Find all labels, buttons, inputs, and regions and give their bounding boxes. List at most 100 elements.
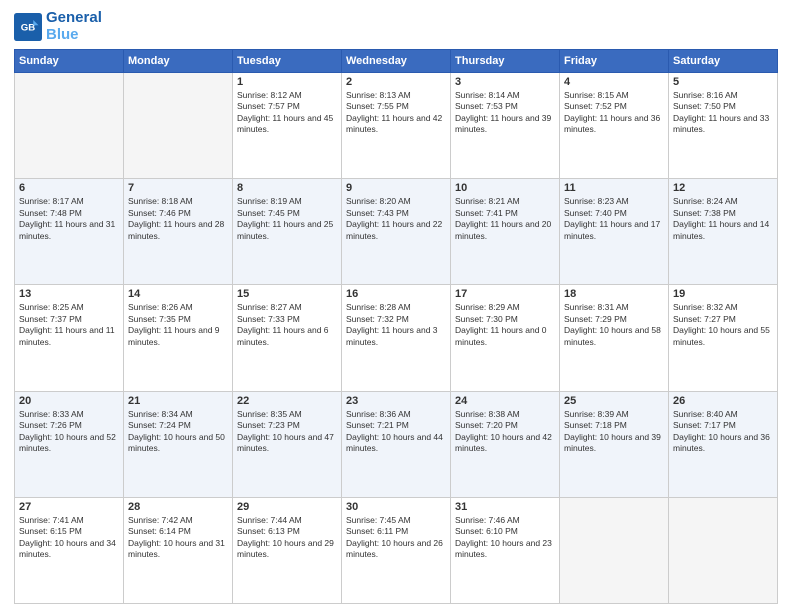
calendar-cell-4-2: 29Sunrise: 7:44 AM Sunset: 6:13 PM Dayli… — [233, 497, 342, 603]
calendar-cell-1-4: 10Sunrise: 8:21 AM Sunset: 7:41 PM Dayli… — [451, 179, 560, 285]
day-info: Sunrise: 8:21 AM Sunset: 7:41 PM Dayligh… — [455, 196, 555, 242]
day-number: 11 — [564, 182, 664, 194]
calendar-cell-4-5 — [560, 497, 669, 603]
calendar-cell-3-2: 22 Sunrise: 8:35 AM Sunset: 7:23 PM Dayli… — [233, 391, 342, 497]
calendar-cell-4-3: 30Sunrise: 7:45 AM Sunset: 6:11 PM Dayli… — [342, 497, 451, 603]
day-number: 31 — [455, 501, 555, 513]
day-info: Sunrise: 8:19 AM Sunset: 7:45 PM Dayligh… — [237, 196, 337, 242]
day-info: Sunrise: 8:16 AM Sunset: 7:50 PM Dayligh… — [673, 90, 773, 136]
day-info: Sunrise: 7:41 AM Sunset: 6:15 PM Dayligh… — [19, 515, 119, 561]
day-info: Sunrise: 8:20 AM Sunset: 7:43 PM Dayligh… — [346, 196, 446, 242]
day-number: 21 — [128, 395, 228, 407]
svg-text:GB: GB — [21, 22, 35, 33]
calendar-cell-3-5: 25Sunrise: 8:39 AM Sunset: 7:18 PM Dayli… — [560, 391, 669, 497]
calendar-cell-2-5: 18 Sunrise: 8:31 AM Sunset: 7:29 PM Dayli… — [560, 285, 669, 391]
calendar-cell-0-4: 3Sunrise: 8:14 AM Sunset: 7:53 PM Daylig… — [451, 73, 560, 179]
day-number: 27 — [19, 501, 119, 513]
day-info: Sunrise: 8:27 AM Sunset: 7:33 PM Dayligh… — [237, 302, 337, 348]
day-number: 23 — [346, 395, 446, 407]
calendar-cell-1-0: 6 Sunrise: 8:17 AM Sunset: 7:48 PM Daylig… — [15, 179, 124, 285]
day-number: 26 — [673, 395, 773, 407]
day-info: Sunrise: 7:46 AM Sunset: 6:10 PM Dayligh… — [455, 515, 555, 561]
day-info: Sunrise: 8:24 AM Sunset: 7:38 PM Dayligh… — [673, 196, 773, 242]
calendar-row-4: 27 Sunrise: 7:41 AM Sunset: 6:15 PM Dayli… — [15, 497, 778, 603]
day-number: 1 — [237, 76, 337, 88]
calendar-cell-2-2: 15 Sunrise: 8:27 AM Sunset: 7:33 PM Dayli… — [233, 285, 342, 391]
day-number: 13 — [19, 288, 119, 300]
calendar-cell-1-2: 8 Sunrise: 8:19 AM Sunset: 7:45 PM Daylig… — [233, 179, 342, 285]
weekday-header-row: SundayMondayTuesdayWednesdayThursdayFrid… — [15, 50, 778, 73]
day-info: Sunrise: 8:28 AM Sunset: 7:32 PM Dayligh… — [346, 302, 446, 348]
calendar-cell-2-1: 14Sunrise: 8:26 AM Sunset: 7:35 PM Dayli… — [124, 285, 233, 391]
calendar-cell-0-1 — [124, 73, 233, 179]
day-info: Sunrise: 8:32 AM Sunset: 7:27 PM Dayligh… — [673, 302, 773, 348]
calendar-cell-0-0 — [15, 73, 124, 179]
day-info: Sunrise: 8:23 AM Sunset: 7:40 PM Dayligh… — [564, 196, 664, 242]
calendar-cell-4-4: 31 Sunrise: 7:46 AM Sunset: 6:10 PM Dayli… — [451, 497, 560, 603]
calendar-cell-1-5: 11 Sunrise: 8:23 AM Sunset: 7:40 PM Dayli… — [560, 179, 669, 285]
calendar-cell-3-6: 26Sunrise: 8:40 AM Sunset: 7:17 PM Dayli… — [669, 391, 778, 497]
day-number: 28 — [128, 501, 228, 513]
calendar-cell-4-1: 28 Sunrise: 7:42 AM Sunset: 6:14 PM Dayli… — [124, 497, 233, 603]
day-number: 24 — [455, 395, 555, 407]
calendar-row-2: 13 Sunrise: 8:25 AM Sunset: 7:37 PM Dayli… — [15, 285, 778, 391]
calendar-cell-1-6: 12 Sunrise: 8:24 AM Sunset: 7:38 PM Dayli… — [669, 179, 778, 285]
day-info: Sunrise: 7:42 AM Sunset: 6:14 PM Dayligh… — [128, 515, 228, 561]
day-number: 18 — [564, 288, 664, 300]
calendar-cell-2-0: 13 Sunrise: 8:25 AM Sunset: 7:37 PM Dayli… — [15, 285, 124, 391]
weekday-tuesday: Tuesday — [233, 50, 342, 73]
day-info: Sunrise: 8:34 AM Sunset: 7:24 PM Dayligh… — [128, 409, 228, 455]
logo-icon: GB — [14, 13, 42, 41]
calendar-cell-4-6 — [669, 497, 778, 603]
day-info: Sunrise: 8:26 AM Sunset: 7:35 PM Dayligh… — [128, 302, 228, 348]
day-info: Sunrise: 8:35 AM Sunset: 7:23 PM Dayligh… — [237, 409, 337, 455]
day-info: Sunrise: 8:33 AM Sunset: 7:26 PM Dayligh… — [19, 409, 119, 455]
day-number: 22 — [237, 395, 337, 407]
calendar-cell-3-3: 23 Sunrise: 8:36 AM Sunset: 7:21 PM Dayli… — [342, 391, 451, 497]
calendar-cell-0-6: 5Sunrise: 8:16 AM Sunset: 7:50 PM Daylig… — [669, 73, 778, 179]
day-info: Sunrise: 8:25 AM Sunset: 7:37 PM Dayligh… — [19, 302, 119, 348]
weekday-sunday: Sunday — [15, 50, 124, 73]
day-info: Sunrise: 7:44 AM Sunset: 6:13 PM Dayligh… — [237, 515, 337, 561]
day-info: Sunrise: 8:38 AM Sunset: 7:20 PM Dayligh… — [455, 409, 555, 455]
calendar-cell-4-0: 27 Sunrise: 7:41 AM Sunset: 6:15 PM Dayli… — [15, 497, 124, 603]
day-number: 16 — [346, 288, 446, 300]
day-info: Sunrise: 8:17 AM Sunset: 7:48 PM Dayligh… — [19, 196, 119, 242]
day-number: 19 — [673, 288, 773, 300]
day-info: Sunrise: 8:36 AM Sunset: 7:21 PM Dayligh… — [346, 409, 446, 455]
day-number: 15 — [237, 288, 337, 300]
calendar-cell-2-4: 17 Sunrise: 8:29 AM Sunset: 7:30 PM Dayli… — [451, 285, 560, 391]
day-number: 6 — [19, 182, 119, 194]
day-number: 8 — [237, 182, 337, 194]
day-number: 20 — [19, 395, 119, 407]
weekday-saturday: Saturday — [669, 50, 778, 73]
calendar-row-0: 1 Sunrise: 8:12 AM Sunset: 7:57 PM Daylig… — [15, 73, 778, 179]
calendar-cell-0-3: 2 Sunrise: 8:13 AM Sunset: 7:55 PM Daylig… — [342, 73, 451, 179]
day-info: Sunrise: 7:45 AM Sunset: 6:11 PM Dayligh… — [346, 515, 446, 561]
day-info: Sunrise: 8:12 AM Sunset: 7:57 PM Dayligh… — [237, 90, 337, 136]
day-number: 7 — [128, 182, 228, 194]
calendar-cell-2-3: 16 Sunrise: 8:28 AM Sunset: 7:32 PM Dayli… — [342, 285, 451, 391]
day-info: Sunrise: 8:13 AM Sunset: 7:55 PM Dayligh… — [346, 90, 446, 136]
calendar-cell-1-1: 7 Sunrise: 8:18 AM Sunset: 7:46 PM Daylig… — [124, 179, 233, 285]
day-info: Sunrise: 8:31 AM Sunset: 7:29 PM Dayligh… — [564, 302, 664, 348]
day-number: 17 — [455, 288, 555, 300]
calendar-cell-0-5: 4Sunrise: 8:15 AM Sunset: 7:52 PM Daylig… — [560, 73, 669, 179]
header: GB General Blue — [14, 10, 778, 43]
calendar: SundayMondayTuesdayWednesdayThursdayFrid… — [14, 49, 778, 604]
day-info: Sunrise: 8:29 AM Sunset: 7:30 PM Dayligh… — [455, 302, 555, 348]
calendar-cell-3-1: 21 Sunrise: 8:34 AM Sunset: 7:24 PM Dayli… — [124, 391, 233, 497]
day-number: 4 — [564, 76, 664, 88]
calendar-cell-3-0: 20 Sunrise: 8:33 AM Sunset: 7:26 PM Dayli… — [15, 391, 124, 497]
day-number: 25 — [564, 395, 664, 407]
day-number: 2 — [346, 76, 446, 88]
logo: GB General Blue — [14, 10, 102, 43]
day-info: Sunrise: 8:18 AM Sunset: 7:46 PM Dayligh… — [128, 196, 228, 242]
day-info: Sunrise: 8:14 AM Sunset: 7:53 PM Dayligh… — [455, 90, 555, 136]
day-number: 9 — [346, 182, 446, 194]
day-number: 12 — [673, 182, 773, 194]
calendar-row-3: 20 Sunrise: 8:33 AM Sunset: 7:26 PM Dayli… — [15, 391, 778, 497]
weekday-thursday: Thursday — [451, 50, 560, 73]
weekday-friday: Friday — [560, 50, 669, 73]
calendar-cell-2-6: 19 Sunrise: 8:32 AM Sunset: 7:27 PM Dayli… — [669, 285, 778, 391]
